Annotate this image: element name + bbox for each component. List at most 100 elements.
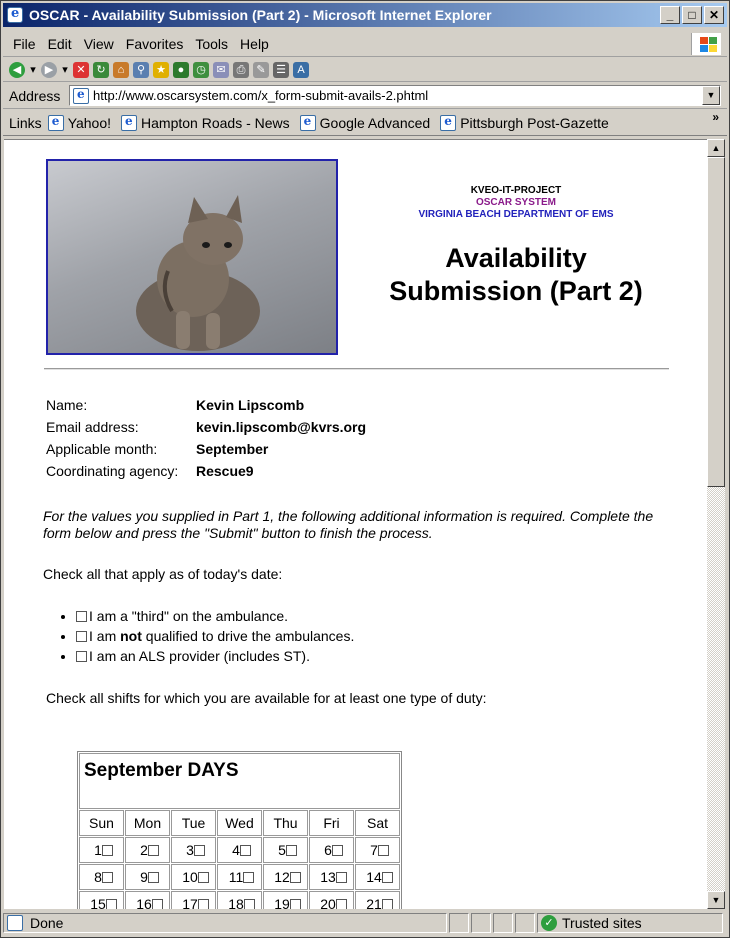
scroll-thumb[interactable] xyxy=(707,157,725,487)
day-checkbox[interactable] xyxy=(193,845,205,856)
back-icon[interactable]: ◀ xyxy=(9,61,25,78)
day-header: Tue xyxy=(171,810,216,836)
link-pittsburgh[interactable]: Pittsburgh Post-Gazette xyxy=(440,114,609,131)
day-cell: 21 xyxy=(355,891,400,909)
print-icon[interactable]: ⎙ xyxy=(233,61,249,78)
day-checkbox[interactable] xyxy=(331,845,343,856)
day-cell: 11 xyxy=(217,864,262,890)
minimize-button[interactable]: _ xyxy=(660,6,680,24)
forward-dropdown-icon[interactable]: ▾ xyxy=(61,62,69,78)
day-cell: 18 xyxy=(217,891,262,909)
menu-tools[interactable]: Tools xyxy=(195,36,228,52)
day-checkbox[interactable] xyxy=(377,845,389,856)
menu-file[interactable]: File xyxy=(13,36,36,52)
maximize-button[interactable]: □ xyxy=(682,6,702,24)
stop-icon[interactable]: ✕ xyxy=(73,61,89,78)
day-checkbox[interactable] xyxy=(381,872,393,883)
day-number: 14 xyxy=(366,869,382,885)
third-label: I am a "third" on the ambulance. xyxy=(89,608,289,624)
day-checkbox[interactable] xyxy=(335,899,347,909)
day-cell: 3 xyxy=(171,837,216,863)
day-header: Thu xyxy=(263,810,308,836)
third-checkbox[interactable] xyxy=(76,611,87,622)
menu-view[interactable]: View xyxy=(84,36,114,52)
day-checkbox[interactable] xyxy=(289,872,301,883)
day-cell: 9 xyxy=(125,864,170,890)
title-bar: OSCAR - Availability Submission (Part 2)… xyxy=(3,3,727,27)
day-checkbox[interactable] xyxy=(101,872,113,883)
calendar-heading: September DAYS xyxy=(79,753,400,809)
favorites-icon[interactable]: ★ xyxy=(153,61,169,78)
links-label: Links xyxy=(9,114,42,131)
day-checkbox[interactable] xyxy=(151,899,163,909)
chevron-more-icon[interactable]: » xyxy=(712,110,719,124)
day-number: 8 xyxy=(94,869,102,885)
messenger-icon[interactable]: A xyxy=(293,61,309,78)
day-header: Wed xyxy=(217,810,262,836)
zone-text: Trusted sites xyxy=(562,915,642,931)
day-cell: 19 xyxy=(263,891,308,909)
day-checkbox[interactable] xyxy=(105,899,117,909)
kitten-photo xyxy=(46,159,338,355)
menu-favorites[interactable]: Favorites xyxy=(126,36,184,52)
day-cell: 1 xyxy=(79,837,124,863)
divider xyxy=(44,368,669,370)
day-number: 1 xyxy=(94,842,102,858)
day-checkbox[interactable] xyxy=(289,899,301,909)
link-google-advanced[interactable]: Google Advanced xyxy=(299,114,431,131)
als-checkbox[interactable] xyxy=(76,651,87,662)
not-qualified-label-bold: not xyxy=(120,628,142,644)
vertical-scrollbar[interactable]: ▲ ▼ xyxy=(707,139,725,909)
day-checkbox[interactable] xyxy=(243,872,255,883)
search-icon[interactable]: ⚲ xyxy=(133,61,149,78)
refresh-icon[interactable]: ↻ xyxy=(93,61,109,78)
day-checkbox[interactable] xyxy=(381,899,393,909)
forward-icon[interactable]: ▶ xyxy=(41,61,57,78)
title-line-2: Submission (Part 2) xyxy=(389,276,643,306)
list-item: I am not qualified to drive the ambulanc… xyxy=(76,626,354,646)
day-number: 18 xyxy=(228,896,244,909)
home-icon[interactable]: ⌂ xyxy=(113,61,129,78)
day-header: Fri xyxy=(309,810,354,836)
day-checkbox[interactable] xyxy=(285,845,297,856)
discuss-icon[interactable]: ☰ xyxy=(273,61,289,78)
day-cell: 2 xyxy=(125,837,170,863)
day-checkbox[interactable] xyxy=(101,845,113,856)
options-list: I am a "third" on the ambulance. I am no… xyxy=(76,606,354,666)
address-dropdown-icon[interactable]: ▼ xyxy=(702,86,720,105)
day-checkbox[interactable] xyxy=(197,872,209,883)
day-checkbox[interactable] xyxy=(335,872,347,883)
day-number: 5 xyxy=(278,842,286,858)
back-dropdown-icon[interactable]: ▾ xyxy=(29,62,37,78)
link-hampton-roads[interactable]: Hampton Roads - News xyxy=(121,114,290,131)
day-cell: 7 xyxy=(355,837,400,863)
day-number: 16 xyxy=(136,896,152,909)
edit-icon[interactable]: ✎ xyxy=(253,61,269,78)
link-label: Google Advanced xyxy=(319,114,431,131)
not-qualified-label-post: qualified to drive the ambulances. xyxy=(141,628,355,644)
address-input[interactable]: http://www.oscarsystem.com/x_form-submit… xyxy=(69,85,721,106)
history-icon[interactable]: ◷ xyxy=(193,61,209,78)
day-cell: 17 xyxy=(171,891,216,909)
day-checkbox[interactable] xyxy=(243,899,255,909)
mail-icon[interactable]: ✉ xyxy=(213,61,229,78)
scroll-down-icon[interactable]: ▼ xyxy=(707,891,725,909)
list-item: I am an ALS provider (includes ST). xyxy=(76,646,354,666)
info-label: Name: xyxy=(46,397,88,413)
day-checkbox[interactable] xyxy=(147,872,159,883)
day-cell: 15 xyxy=(79,891,124,909)
info-value: kevin.lipscomb@kvrs.org xyxy=(196,419,367,435)
day-checkbox[interactable] xyxy=(147,845,159,856)
status-cell xyxy=(449,913,469,933)
close-button[interactable]: ✕ xyxy=(704,6,724,24)
day-cell: 10 xyxy=(171,864,216,890)
scroll-up-icon[interactable]: ▲ xyxy=(707,139,725,157)
link-label: Pittsburgh Post-Gazette xyxy=(460,114,609,131)
link-yahoo[interactable]: Yahoo! xyxy=(47,114,111,131)
menu-edit[interactable]: Edit xyxy=(48,36,72,52)
not-qualified-checkbox[interactable] xyxy=(76,631,87,642)
media-icon[interactable]: ● xyxy=(173,61,189,78)
day-checkbox[interactable] xyxy=(197,899,209,909)
day-checkbox[interactable] xyxy=(239,845,251,856)
menu-help[interactable]: Help xyxy=(240,36,269,52)
